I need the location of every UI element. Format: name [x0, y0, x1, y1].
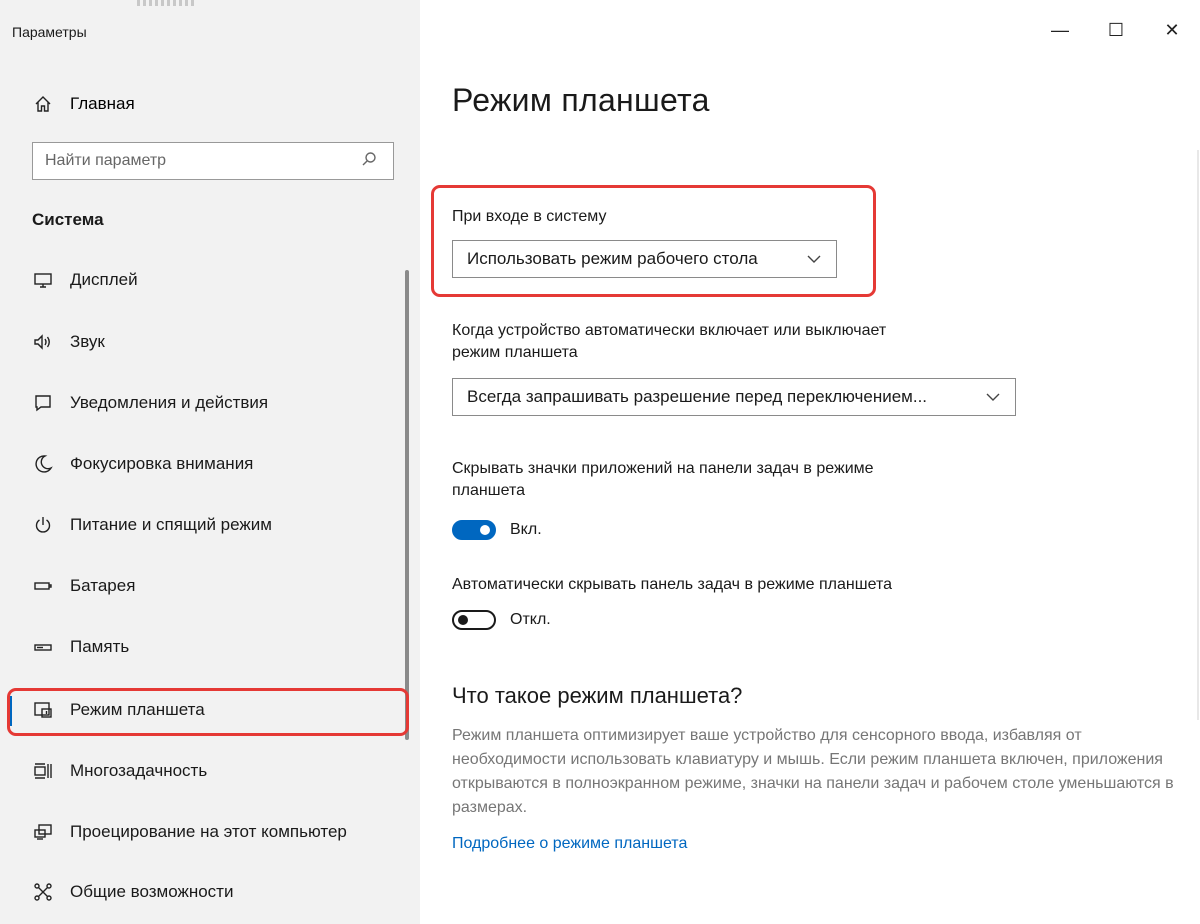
- sidebar: Параметры Главная Система Дисплей Звук: [0, 0, 420, 924]
- sidebar-item-projecting[interactable]: Проецирование на этот компьютер: [32, 812, 392, 852]
- sidebar-item-label: Дисплей: [70, 270, 138, 289]
- sidebar-item-label: Главная: [70, 94, 135, 113]
- auto-switch-label-line2: режим планшета: [452, 344, 578, 361]
- sidebar-item-label: Уведомления и действия: [70, 393, 269, 412]
- display-icon: [32, 269, 54, 291]
- sidebar-item-label: Многозадачность: [70, 761, 208, 780]
- sidebar-item-display[interactable]: Дисплей: [32, 260, 392, 300]
- sidebar-item-label: Общие возможности: [70, 882, 234, 901]
- sidebar-item-notifications[interactable]: Уведомления и действия: [32, 383, 392, 423]
- main-content: Режим планшета При входе в систему Испол…: [420, 0, 1200, 924]
- what-is-heading: Что такое режим планшета?: [452, 683, 743, 708]
- battery-icon: [32, 575, 54, 597]
- sidebar-item-label: Память: [70, 637, 130, 656]
- sidebar-item-label: Фокусировка внимания: [70, 454, 254, 473]
- hide-icons-toggle-row: Вкл.: [452, 520, 542, 540]
- sidebar-item-storage[interactable]: Память: [32, 627, 392, 667]
- autohide-toggle[interactable]: [452, 610, 496, 630]
- sidebar-item-tablet-mode[interactable]: Режим планшета: [8, 690, 392, 730]
- hide-icons-label: Скрывать значки приложений на панели зад…: [452, 458, 874, 502]
- dropdown-value: Всегда запрашивать разрешение перед пере…: [467, 387, 928, 406]
- storage-icon: [32, 636, 54, 658]
- login-mode-dropdown[interactable]: Использовать режим рабочего стола: [452, 240, 837, 278]
- dropdown-value: Использовать режим рабочего стола: [467, 249, 758, 268]
- auto-switch-label: Когда устройство автоматически включает …: [452, 320, 886, 364]
- sidebar-item-focus-assist[interactable]: Фокусировка внимания: [32, 444, 392, 484]
- search-icon[interactable]: [361, 151, 381, 171]
- autohide-toggle-row: Откл.: [452, 610, 551, 630]
- main-scrollbar[interactable]: [1197, 150, 1199, 720]
- description-text: Режим планшета оптимизирует ваше устройс…: [452, 727, 1174, 816]
- sidebar-item-label: Режим планшета: [70, 700, 205, 719]
- multitasking-icon: [32, 760, 54, 782]
- auto-switch-label-line1: Когда устройство автоматически включает …: [452, 322, 887, 339]
- sidebar-scrollbar[interactable]: [405, 270, 409, 740]
- hide-icons-label-line2: планшета: [452, 482, 525, 499]
- chevron-down-icon: [806, 251, 822, 267]
- projecting-icon: [32, 821, 54, 843]
- toggle-state-label: Откл.: [510, 611, 551, 628]
- app-title: Параметры: [12, 24, 87, 40]
- section-title: Система: [32, 210, 104, 229]
- sidebar-item-sound[interactable]: Звук: [32, 322, 392, 362]
- sidebar-item-multitasking[interactable]: Многозадачность: [32, 751, 392, 791]
- sidebar-item-label: Батарея: [70, 576, 136, 595]
- sound-icon: [32, 331, 54, 353]
- sidebar-item-shared-experiences[interactable]: Общие возможности: [32, 872, 392, 912]
- sidebar-item-power[interactable]: Питание и спящий режим: [32, 505, 392, 545]
- search-box[interactable]: [32, 142, 394, 180]
- decorative-stripe: [137, 0, 195, 6]
- learn-more-link[interactable]: Подробнее о режиме планшета: [452, 835, 687, 853]
- sidebar-item-battery[interactable]: Батарея: [32, 566, 392, 606]
- shared-experiences-icon: [32, 881, 54, 903]
- search-input[interactable]: [33, 152, 361, 170]
- tablet-mode-icon: [32, 699, 54, 721]
- hide-icons-toggle[interactable]: [452, 520, 496, 540]
- sidebar-item-home[interactable]: Главная: [32, 90, 135, 118]
- sidebar-item-label: Звук: [70, 332, 105, 351]
- login-label: При входе в систему: [452, 208, 607, 225]
- power-icon: [32, 514, 54, 536]
- home-icon: [32, 93, 54, 115]
- sidebar-item-label: Проецирование на этот компьютер: [70, 822, 347, 841]
- toggle-knob: [458, 615, 468, 625]
- chevron-down-icon: [985, 389, 1001, 405]
- toggle-knob: [480, 525, 490, 535]
- page-title: Режим планшета: [452, 82, 710, 118]
- hide-icons-label-line1: Скрывать значки приложений на панели зад…: [452, 460, 874, 477]
- toggle-state-label: Вкл.: [510, 521, 542, 538]
- autohide-label: Автоматически скрывать панель задач в ре…: [452, 576, 892, 593]
- moon-icon: [32, 453, 54, 475]
- auto-switch-dropdown[interactable]: Всегда запрашивать разрешение перед пере…: [452, 378, 1016, 416]
- sidebar-item-label: Питание и спящий режим: [70, 515, 272, 534]
- notifications-icon: [32, 392, 54, 414]
